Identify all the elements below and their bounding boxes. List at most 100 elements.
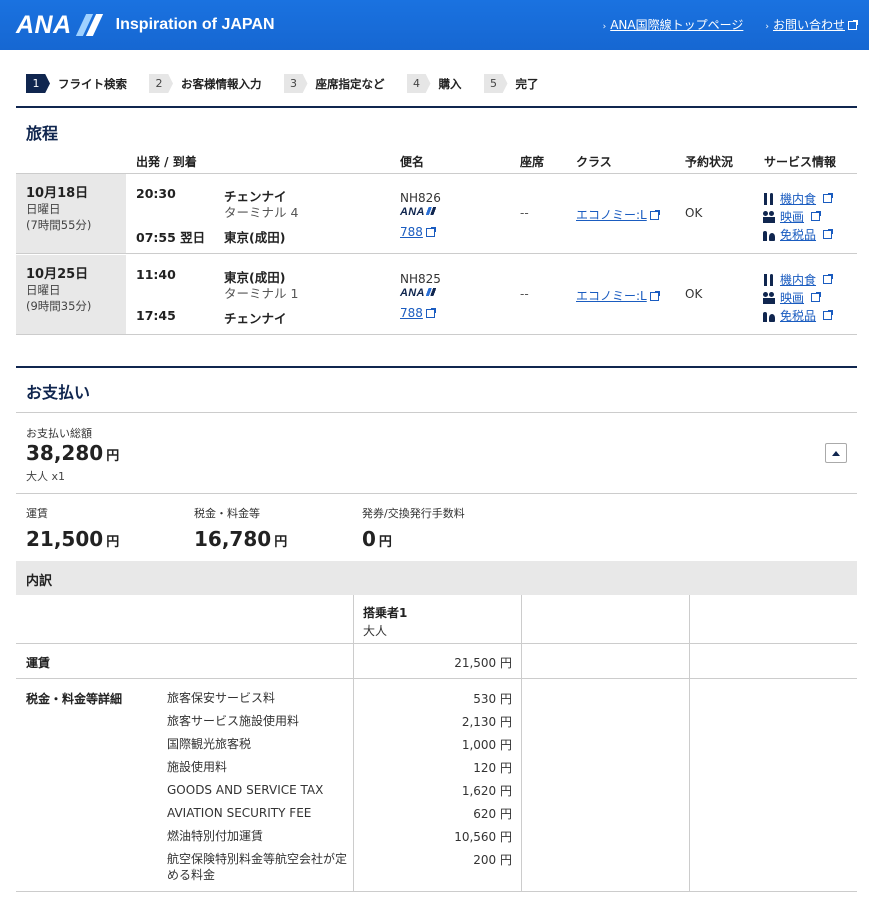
external-link-icon [823,310,834,320]
tax-details-label: 税金・料金等詳細 [26,692,123,706]
tax-item-value: 200 円 [473,853,512,867]
tax-summary: 税金・料金等 16,780 円 [194,507,288,551]
step-flight-search: 1 フライト検索 [26,74,127,93]
flight-row: 10月25日 日曜日 (9時間35分) 11:40 東京(成田) ターミナル 1… [16,255,857,335]
tax-item-name: 航空保険特別料金等航空会社が定める料金 [167,852,348,882]
ana-logo[interactable]: ANA [16,11,104,40]
departure-time: 11:40 [136,267,176,282]
logo-text: ANA [16,10,72,39]
class-link[interactable]: エコノミー:L [576,206,660,223]
seat-value: -- [520,287,529,301]
contact-link[interactable]: › お問い合わせ [765,16,858,33]
meal-icon [762,192,776,205]
tax-item-value: 1,620 円 [461,784,512,798]
divider [521,595,522,892]
flight-row: 10月18日 日曜日 (7時間55分) 20:30 チェンナイ ターミナル 4 … [16,174,857,254]
issue-fee-summary: 発券/交換発行手数料 0円 [362,507,465,551]
divider [16,643,857,644]
external-link-icon [823,229,834,239]
external-link-icon [425,308,436,318]
step-customer-info: 2 お客様情報入力 [149,74,262,93]
tax-item-value: 530 円 [473,692,512,706]
step-seat-selection: 3 座席指定など [283,74,385,93]
service-meal[interactable]: 機内食 [762,271,834,288]
flight-number: NH825 [400,272,441,286]
itinerary-header: 出発 / 到着 便名 座席 クラス 予約状況 サービス情報 [16,148,857,174]
col-seat: 座席 [520,155,545,169]
step-complete: 5 完了 [483,74,539,93]
ana-airline-logo: ANA [400,287,436,299]
tagline: Inspiration of JAPAN [115,16,275,33]
booking-status: OK [685,287,703,301]
payment-summary: お支払い総額 38,280 円 大人 x1 [16,412,857,494]
col-class: クラス [576,155,612,169]
external-link-icon [425,227,436,237]
chevron-right-icon: › [765,22,769,32]
movie-icon [762,210,776,223]
divider [16,678,857,679]
duty-free-icon [762,229,776,241]
tax-item-value: 2,130 円 [461,715,512,729]
arrival-city: 東京(成田) [224,230,286,245]
itinerary-divider [16,106,857,108]
flight-number: NH826 [400,191,441,205]
tax-item-name: GOODS AND SERVICE TAX [167,783,324,797]
external-link-icon [811,211,822,221]
tax-item-value: 1,000 円 [461,738,512,752]
ana-international-top-link[interactable]: › ANA国際線トップページ [603,16,744,33]
service-meal[interactable]: 機内食 [762,190,834,207]
collapse-button[interactable] [825,443,847,463]
arrival-city: チェンナイ [224,311,287,326]
external-link-icon [811,292,822,302]
fare-row-value: 21,500 円 [454,656,512,670]
class-link[interactable]: エコノミー:L [576,287,660,304]
external-link-icon [823,193,834,203]
external-link-icon [823,274,834,284]
divider [353,595,354,892]
divider [689,595,690,892]
breakdown-table: 搭乗者1 大人 運賃 21,500 円 税金・料金等詳細 旅客保安サービス料 5… [16,595,857,892]
seat-value: -- [520,206,529,220]
arrival-time: 17:45 [136,308,176,323]
payment-divider [16,366,857,368]
breakdown-title: 内訳 [16,561,857,595]
external-link-icon [649,210,660,220]
departure-terminal: ターミナル 1 [224,286,299,301]
service-movie[interactable]: 映画 [762,208,822,225]
tax-item-name: 国際観光旅客税 [167,737,252,751]
header-links: › ANA国際線トップページ › お問い合わせ [603,16,858,33]
service-duty-free[interactable]: 免税品 [762,307,834,324]
ana-airline-logo: ANA [400,206,436,218]
tax-item-name: AVIATION SECURITY FEE [167,806,312,820]
chevron-right-icon: › [602,22,607,32]
flight-date: 10月25日 日曜日 (9時間35分) [16,255,126,334]
fare-row-label: 運賃 [26,656,51,670]
progress-steps: 1 フライト検索 2 お客様情報入力 3 座席指定など 4 購入 5 完了 [26,74,539,93]
flight-date: 10月18日 日曜日 (7時間55分) [16,174,126,253]
aircraft-link[interactable]: 788 [400,306,436,320]
departure-terminal: ターミナル 4 [224,205,299,220]
movie-icon [762,291,776,304]
aircraft-link[interactable]: 788 [400,225,436,239]
tax-item-name: 旅客保安サービス料 [167,691,276,705]
service-duty-free[interactable]: 免税品 [762,226,834,243]
col-flight: 便名 [400,155,425,169]
col-service: サービス情報 [764,155,837,169]
site-header: ANA Inspiration of JAPAN › ANA国際線トップページ ›… [0,0,869,50]
tax-item-name: 燃油特別付加運賃 [167,829,264,843]
passenger-type: 大人 [363,624,388,638]
tax-item-value: 10,560 円 [454,830,512,844]
departure-time: 20:30 [136,186,176,201]
tax-item-value: 120 円 [473,761,512,775]
external-link-icon [848,20,858,30]
tax-item-value: 620 円 [473,807,512,821]
booking-status: OK [685,206,703,220]
meal-icon [762,273,776,286]
arrival-time: 07:55 翌日 [136,230,206,245]
passenger-count: 大人 x1 [26,470,66,483]
service-movie[interactable]: 映画 [762,289,822,306]
payment-title: お支払い [26,383,91,402]
fare-summary: 運賃 21,500 円 [26,507,120,551]
tax-item-name: 施設使用料 [167,760,228,774]
total-amount: 38,280 円 [26,441,120,465]
